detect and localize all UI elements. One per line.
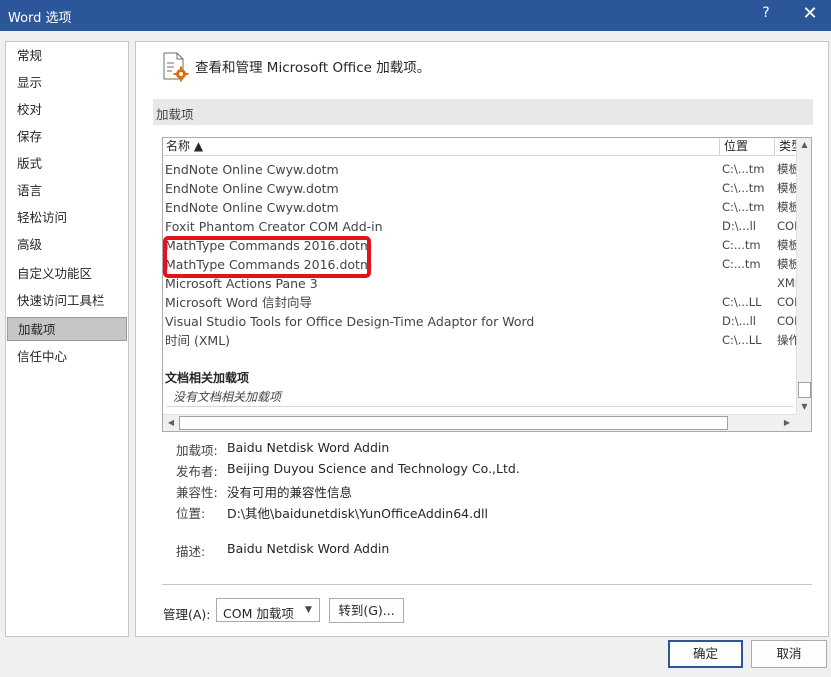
section-title: 加载项 xyxy=(156,107,194,122)
addins-list: 名称 ▲ 位置 类型 EndNote Online Cwyw.dotm C:\.… xyxy=(162,137,812,432)
scroll-left-arrow-icon[interactable]: ◀ xyxy=(164,416,178,430)
manage-label: 管理(A): xyxy=(163,607,211,622)
close-button[interactable]: ✕ xyxy=(798,3,822,24)
addin-location: C:...tm xyxy=(722,238,761,252)
detail-location-value: D:\其他\baidunetdisk\YunOfficeAddin64.dll xyxy=(227,506,488,521)
addin-location: C:\...tm xyxy=(722,200,765,214)
group-divider xyxy=(167,406,793,407)
addin-type: 模板 xyxy=(777,257,796,271)
addin-name: EndNote Online Cwyw.dotm xyxy=(165,200,339,215)
manage-select-value: COM 加载项 xyxy=(223,606,294,621)
dialog-body: 常规 显示 校对 保存 版式 语言 轻松访问 高级 自定义功能区 快速访问工具栏… xyxy=(0,31,831,677)
panel-header-text: 查看和管理 Microsoft Office 加载项。 xyxy=(195,60,431,76)
nav-item-advanced[interactable]: 高级 xyxy=(7,233,127,257)
nav-item-general[interactable]: 常规 xyxy=(7,44,127,68)
nav-item-language[interactable]: 语言 xyxy=(7,179,127,203)
column-header-type[interactable]: 类型 xyxy=(776,138,796,156)
addin-name: Foxit Phantom Creator COM Add-in xyxy=(165,219,383,234)
section-header: 加载项 xyxy=(153,99,813,125)
detail-location-label: 位置: xyxy=(176,506,206,521)
addin-name: 时间 (XML) xyxy=(165,333,231,348)
addins-document-gear-icon xyxy=(163,52,189,82)
column-header-location[interactable]: 位置 xyxy=(721,138,775,156)
addin-name: EndNote Online Cwyw.dotm xyxy=(165,162,339,177)
addin-location: C:\...LL xyxy=(722,295,762,309)
addin-row[interactable]: EndNote Online Cwyw.dotm C:\...tm 模板 xyxy=(163,198,796,217)
nav-item-quick-access-toolbar[interactable]: 快速访问工具栏 xyxy=(7,289,127,313)
addin-name: Microsoft Word 信封向导 xyxy=(165,295,312,310)
detail-publisher-label: 发布者: xyxy=(176,464,218,479)
nav-item-save[interactable]: 保存 xyxy=(7,125,127,149)
addin-type: COM xyxy=(777,314,796,328)
addin-row[interactable]: Foxit Phantom Creator COM Add-in D:\...l… xyxy=(163,217,796,236)
addin-name: EndNote Online Cwyw.dotm xyxy=(165,181,339,196)
addin-type: 操作 xyxy=(777,333,796,347)
addin-row[interactable]: EndNote Online Cwyw.dotm C:\...tm 模板 xyxy=(163,160,796,179)
document-addins-empty-note: 没有文档相关加载项 xyxy=(173,390,282,404)
nav-item-accessibility[interactable]: 轻松访问 xyxy=(7,206,127,230)
addin-type: XML xyxy=(777,276,796,290)
horizontal-scroll-thumb[interactable] xyxy=(179,416,728,430)
manage-select[interactable]: COM 加载项 ▼ xyxy=(216,598,320,622)
detail-publisher-value: Beijing Duyou Science and Technology Co.… xyxy=(227,461,520,476)
addin-row[interactable]: EndNote Online Cwyw.dotm C:\...tm 模板 xyxy=(163,179,796,198)
addin-location: D:\...ll xyxy=(722,219,756,233)
detail-compat-value: 没有可用的兼容性信息 xyxy=(227,485,353,500)
addin-location: D:\...ll xyxy=(722,314,756,328)
detail-desc-value: Baidu Netdisk Word Addin xyxy=(227,541,390,556)
vertical-scroll-thumb[interactable] xyxy=(798,382,811,398)
addin-row[interactable]: 时间 (XML) C:\...LL 操作 xyxy=(163,331,796,350)
nav-item-display[interactable]: 显示 xyxy=(7,71,127,95)
options-nav: 常规 显示 校对 保存 版式 语言 轻松访问 高级 自定义功能区 快速访问工具栏… xyxy=(5,41,129,637)
addin-type: 模板 xyxy=(777,162,796,176)
addin-type: 模板 xyxy=(777,238,796,252)
window-title: Word 选项 xyxy=(8,11,72,26)
goto-button[interactable]: 转到(G)... xyxy=(329,598,404,623)
column-header-name[interactable]: 名称 ▲ xyxy=(163,138,720,156)
panel-divider xyxy=(162,584,812,585)
nav-item-trust-center[interactable]: 信任中心 xyxy=(7,345,127,369)
red-highlight-box xyxy=(163,236,371,278)
addin-type: COM xyxy=(777,219,796,233)
addin-type: 模板 xyxy=(777,200,796,214)
chevron-down-icon: ▼ xyxy=(305,605,312,615)
addin-row[interactable]: Visual Studio Tools for Office Design-Ti… xyxy=(163,312,796,331)
vertical-scrollbar[interactable]: ▲ ▼ xyxy=(796,138,811,414)
detail-compat-label: 兼容性: xyxy=(176,485,218,500)
addin-location: C:...tm xyxy=(722,257,761,271)
nav-item-typography[interactable]: 版式 xyxy=(7,152,127,176)
scroll-down-arrow-icon[interactable]: ▼ xyxy=(798,400,811,414)
cancel-button[interactable]: 取消 xyxy=(751,640,827,668)
addins-panel: 查看和管理 Microsoft Office 加载项。 加载项 名称 ▲ 位置 … xyxy=(135,41,829,637)
scroll-up-arrow-icon[interactable]: ▲ xyxy=(798,138,811,152)
scrollbar-corner xyxy=(796,414,811,431)
help-button[interactable]: ? xyxy=(758,5,774,21)
document-addins-group-title: 文档相关加载项 xyxy=(165,371,250,385)
nav-item-customize-ribbon[interactable]: 自定义功能区 xyxy=(7,262,127,286)
horizontal-scrollbar[interactable]: ◀ ▶ xyxy=(163,414,796,431)
addin-name: Visual Studio Tools for Office Design-Ti… xyxy=(165,314,535,329)
addin-location: C:\...tm xyxy=(722,162,765,176)
nav-item-addins[interactable]: 加载项 xyxy=(7,317,127,341)
ok-button[interactable]: 确定 xyxy=(668,640,743,668)
addin-row[interactable]: Microsoft Word 信封向导 C:\...LL COM xyxy=(163,293,796,312)
title-bar: Word 选项 ? ✕ xyxy=(0,0,831,31)
addin-type: 模板 xyxy=(777,181,796,195)
addin-location: C:\...tm xyxy=(722,181,765,195)
addin-location: C:\...LL xyxy=(722,333,762,347)
addin-type: COM xyxy=(777,295,796,309)
detail-desc-label: 描述: xyxy=(176,544,206,559)
scroll-right-arrow-icon[interactable]: ▶ xyxy=(780,416,794,430)
nav-item-proofing[interactable]: 校对 xyxy=(7,98,127,122)
detail-addin-label: 加载项: xyxy=(176,443,218,458)
detail-addin-value: Baidu Netdisk Word Addin xyxy=(227,440,390,455)
